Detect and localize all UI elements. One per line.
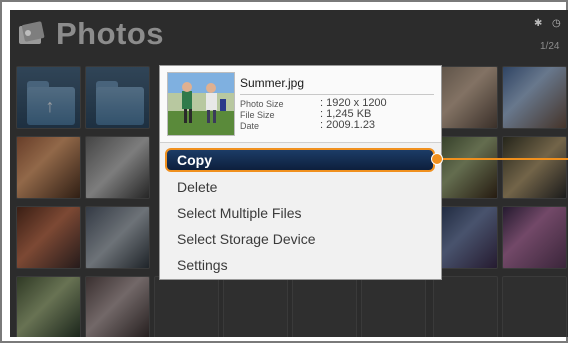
callout-line — [443, 158, 568, 160]
device-frame: Photos ✱ ◷ 1/24 ↑ Summer.jpg Photo Size … — [0, 0, 568, 343]
divider — [160, 142, 441, 143]
empty-slot — [292, 276, 357, 337]
app-title: Photos — [56, 16, 165, 51]
photo-thumbnail[interactable] — [502, 66, 567, 129]
folder-tile[interactable] — [85, 66, 150, 129]
photo-thumbnail[interactable] — [16, 136, 81, 199]
file-info-panel: Summer.jpg Photo Size : 1920 x 1200 File… — [160, 66, 441, 142]
menu-item-label: Copy — [177, 152, 212, 168]
empty-slot — [502, 276, 567, 337]
photo-thumbnail[interactable] — [85, 136, 150, 199]
file-size-label: File Size — [240, 110, 275, 120]
photo-icon — [19, 21, 45, 44]
menu-item-select-multiple-files[interactable]: Select Multiple Files — [177, 205, 302, 221]
empty-slot — [223, 276, 288, 337]
menu-item-copy[interactable]: Copy — [165, 148, 435, 172]
tv-screen: Photos ✱ ◷ 1/24 ↑ Summer.jpg Photo Size … — [10, 10, 568, 337]
photo-preview — [167, 72, 235, 136]
parent-folder-tile[interactable]: ↑ — [16, 66, 81, 129]
photo-thumbnail[interactable] — [433, 136, 498, 199]
divider — [240, 94, 434, 95]
menu-item-select-storage-device[interactable]: Select Storage Device — [177, 231, 316, 247]
context-menu: Summer.jpg Photo Size : 1920 x 1200 File… — [159, 65, 442, 280]
file-name: Summer.jpg — [240, 76, 305, 90]
photo-thumbnail[interactable] — [502, 206, 567, 269]
empty-slot — [433, 276, 498, 337]
menu-item-settings[interactable]: Settings — [177, 257, 228, 273]
callout-dot — [431, 153, 443, 165]
status-bar: ✱ ◷ — [530, 18, 568, 34]
page-indicator: 1/24 — [540, 41, 560, 52]
date-value: : 2009.1.23 — [320, 119, 376, 131]
photo-thumbnail[interactable] — [85, 276, 150, 337]
bluetooth-icon: ✱ — [534, 18, 543, 29]
photo-size-label: Photo Size — [240, 99, 284, 109]
menu-item-delete[interactable]: Delete — [177, 179, 217, 195]
empty-slot — [361, 276, 426, 337]
photo-thumbnail[interactable] — [502, 136, 567, 199]
photo-thumbnail[interactable] — [433, 66, 498, 129]
date-label: Date — [240, 121, 260, 131]
clock-icon: ◷ — [552, 18, 561, 29]
photo-thumbnail[interactable] — [85, 206, 150, 269]
empty-slot — [154, 276, 219, 337]
photo-thumbnail[interactable] — [16, 276, 81, 337]
preview-image — [168, 73, 234, 135]
photo-thumbnail[interactable] — [433, 206, 498, 269]
photo-thumbnail[interactable] — [16, 206, 81, 269]
